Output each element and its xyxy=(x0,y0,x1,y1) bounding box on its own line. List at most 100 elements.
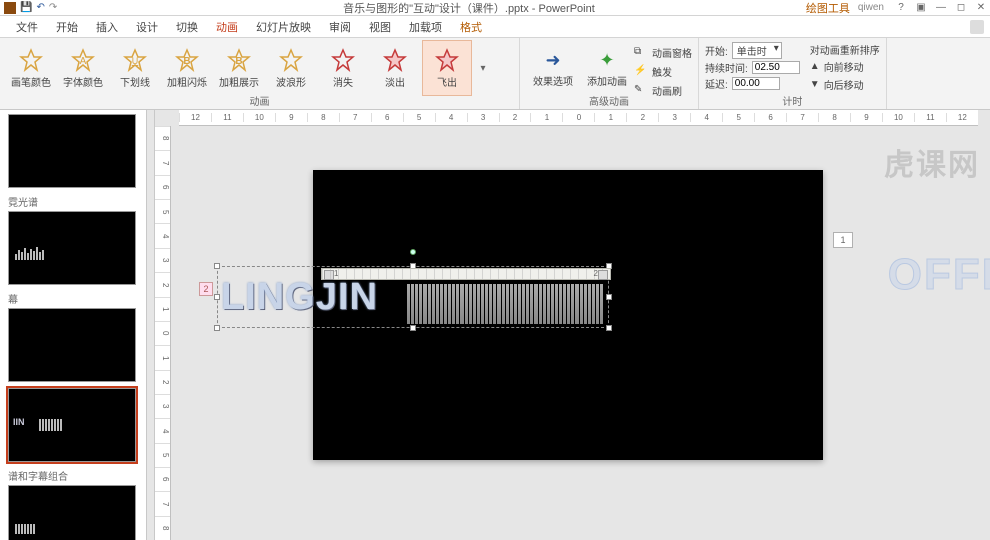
group-animation: 画笔颜色 A字体颜色 U下划线 B加粗闪烁 B加粗展示 波浪形 消失 淡出 飞出… xyxy=(0,38,520,109)
pane-icon: ⧉ xyxy=(634,46,648,60)
slide-thumb[interactable] xyxy=(8,308,136,382)
anim-bold-flash[interactable]: B加粗闪烁 xyxy=(162,40,212,96)
anim-bold-reveal[interactable]: B加粗展示 xyxy=(214,40,264,96)
reorder-title: 对动画重新排序 xyxy=(810,42,880,57)
anim-underline[interactable]: U下划线 xyxy=(110,40,160,96)
svg-text:B: B xyxy=(183,56,190,67)
tab-review[interactable]: 审阅 xyxy=(321,16,359,38)
duration-label: 持续时间: xyxy=(705,60,748,75)
animation-order-badge: 1 xyxy=(833,232,853,248)
window-title: 音乐与图形的"互动"设计（课件）.pptx - PowerPoint xyxy=(140,0,798,16)
panel-splitter[interactable] xyxy=(147,110,155,540)
effect-options-button[interactable]: ➜ 效果选项 xyxy=(526,40,580,96)
group-label-animation: 动画 xyxy=(0,93,519,108)
group-timing: 开始: 单击时▾ 持续时间: 延迟: 对动画重新排序 ▲向前移动 ▼向后移动 计时 xyxy=(699,38,887,109)
star-icon: B xyxy=(227,48,251,72)
help-icon[interactable]: ? xyxy=(892,2,910,13)
maximize-icon[interactable]: ◻ xyxy=(952,2,970,13)
star-icon: A xyxy=(71,48,95,72)
chevron-down-icon: ▾ xyxy=(480,63,485,74)
workspace: 霓光谱 幕 IIN 谱和字幕组合 12111098765432101234567… xyxy=(0,110,990,540)
svg-text:A: A xyxy=(80,56,87,67)
slide-thumb[interactable] xyxy=(8,485,136,540)
contextual-tab-label: 绘图工具 xyxy=(798,0,858,16)
anim-flyout[interactable]: 飞出 xyxy=(422,40,472,96)
tab-transitions[interactable]: 切换 xyxy=(168,16,206,38)
qat-redo-icon[interactable]: ↷ xyxy=(49,2,57,13)
start-label: 开始: xyxy=(705,43,728,58)
tab-animations[interactable]: 动画 xyxy=(208,16,246,38)
slide-editor: 1211109876543210123456789101112 87654321… xyxy=(155,110,990,540)
ribbon-options-icon[interactable]: ▣ xyxy=(912,2,930,13)
qat-undo-icon[interactable]: ↶ xyxy=(36,2,44,13)
window-controls: qiwen ? ▣ — ◻ ✕ xyxy=(858,2,990,13)
star-icon xyxy=(19,48,43,72)
tab-slideshow[interactable]: 幻灯片放映 xyxy=(248,16,319,38)
tab-format[interactable]: 格式 xyxy=(452,16,490,38)
ribbon-tabs: 文件 开始 插入 设计 切换 动画 幻灯片放映 审阅 视图 加载项 格式 xyxy=(0,16,990,38)
canvas[interactable]: 虎课网 1 2 1 2 LINGJIN OFFI xyxy=(173,126,990,540)
resize-handle[interactable] xyxy=(214,263,220,269)
delay-label: 延迟: xyxy=(705,76,728,91)
rotate-handle[interactable] xyxy=(410,249,416,255)
svg-text:U: U xyxy=(132,56,139,66)
slide-thumb[interactable] xyxy=(8,114,136,188)
arrow-down-icon: ▼ xyxy=(810,79,820,90)
close-icon[interactable]: ✕ xyxy=(972,2,990,13)
trigger-icon: ⚡ xyxy=(634,65,648,79)
title-bar: 💾 ↶ ↷ 音乐与图形的"互动"设计（课件）.pptx - PowerPoint… xyxy=(0,0,990,16)
start-dropdown[interactable]: 单击时▾ xyxy=(732,42,782,59)
anim-wave[interactable]: 波浪形 xyxy=(266,40,316,96)
vertical-ruler: 87654321012345678 xyxy=(155,126,171,540)
anim-disappear[interactable]: 消失 xyxy=(318,40,368,96)
star-icon: B xyxy=(175,48,199,72)
animation-pane-button[interactable]: ⧉动画窗格 xyxy=(634,44,692,61)
slide-thumb-selected[interactable]: IIN xyxy=(8,388,136,462)
add-animation-button[interactable]: ✦ 添加动画 xyxy=(580,40,634,96)
trigger-button[interactable]: ⚡触发 xyxy=(634,63,692,80)
tab-addins[interactable]: 加载项 xyxy=(401,16,450,38)
resize-handle[interactable] xyxy=(410,325,416,331)
anim-brush-color[interactable]: 画笔颜色 xyxy=(6,40,56,96)
star-icon xyxy=(279,48,303,72)
ribbon: 画笔颜色 A字体颜色 U下划线 B加粗闪烁 B加粗展示 波浪形 消失 淡出 飞出… xyxy=(0,38,990,110)
bars-graphic[interactable] xyxy=(407,284,603,324)
user-name: qiwen xyxy=(858,2,884,13)
tab-home[interactable]: 开始 xyxy=(48,16,86,38)
qat-save-icon[interactable]: 💾 xyxy=(20,2,32,13)
slide-thumbnails-panel[interactable]: 霓光谱 幕 IIN 谱和字幕组合 xyxy=(0,110,147,540)
tab-view[interactable]: 视图 xyxy=(361,16,399,38)
section-label: 霓光谱 xyxy=(8,194,138,209)
anim-font-color[interactable]: A字体颜色 xyxy=(58,40,108,96)
section-label: 幕 xyxy=(8,291,138,306)
group-label-timing: 计时 xyxy=(699,93,886,108)
resize-handle[interactable] xyxy=(214,325,220,331)
tab-insert[interactable]: 插入 xyxy=(88,16,126,38)
resize-handle[interactable] xyxy=(606,325,612,331)
anim-fade[interactable]: 淡出 xyxy=(370,40,420,96)
quick-access-toolbar: 💾 ↶ ↷ xyxy=(0,2,140,14)
section-label: 谱和字幕组合 xyxy=(8,468,138,483)
resize-handle[interactable] xyxy=(214,294,220,300)
slide-text[interactable]: LINGJIN xyxy=(221,276,378,319)
delay-input[interactable] xyxy=(732,77,780,90)
move-later-button[interactable]: ▼向后移动 xyxy=(810,76,880,93)
arrow-right-icon: ➜ xyxy=(541,49,565,73)
arrow-up-icon: ▲ xyxy=(810,61,820,72)
resize-handle[interactable] xyxy=(606,294,612,300)
slide-thumb[interactable] xyxy=(8,211,136,285)
star-icon xyxy=(331,48,355,72)
anim-gallery-more[interactable]: ▾ xyxy=(474,40,492,96)
app-icon xyxy=(4,2,16,14)
chevron-down-icon: ▾ xyxy=(774,43,779,54)
move-earlier-button[interactable]: ▲向前移动 xyxy=(810,58,880,75)
watermark-right: OFFI xyxy=(888,250,990,300)
duration-input[interactable] xyxy=(752,61,800,74)
group-advanced-animation: ➜ 效果选项 ✦ 添加动画 ⧉动画窗格 ⚡触发 ✎动画刷 高级动画 xyxy=(520,38,699,109)
minimize-icon[interactable]: — xyxy=(932,2,950,13)
svg-text:B: B xyxy=(235,56,242,67)
signin-icon[interactable] xyxy=(970,20,984,34)
tab-file[interactable]: 文件 xyxy=(8,16,46,38)
animation-tag[interactable]: 2 xyxy=(199,282,213,296)
tab-design[interactable]: 设计 xyxy=(128,16,166,38)
